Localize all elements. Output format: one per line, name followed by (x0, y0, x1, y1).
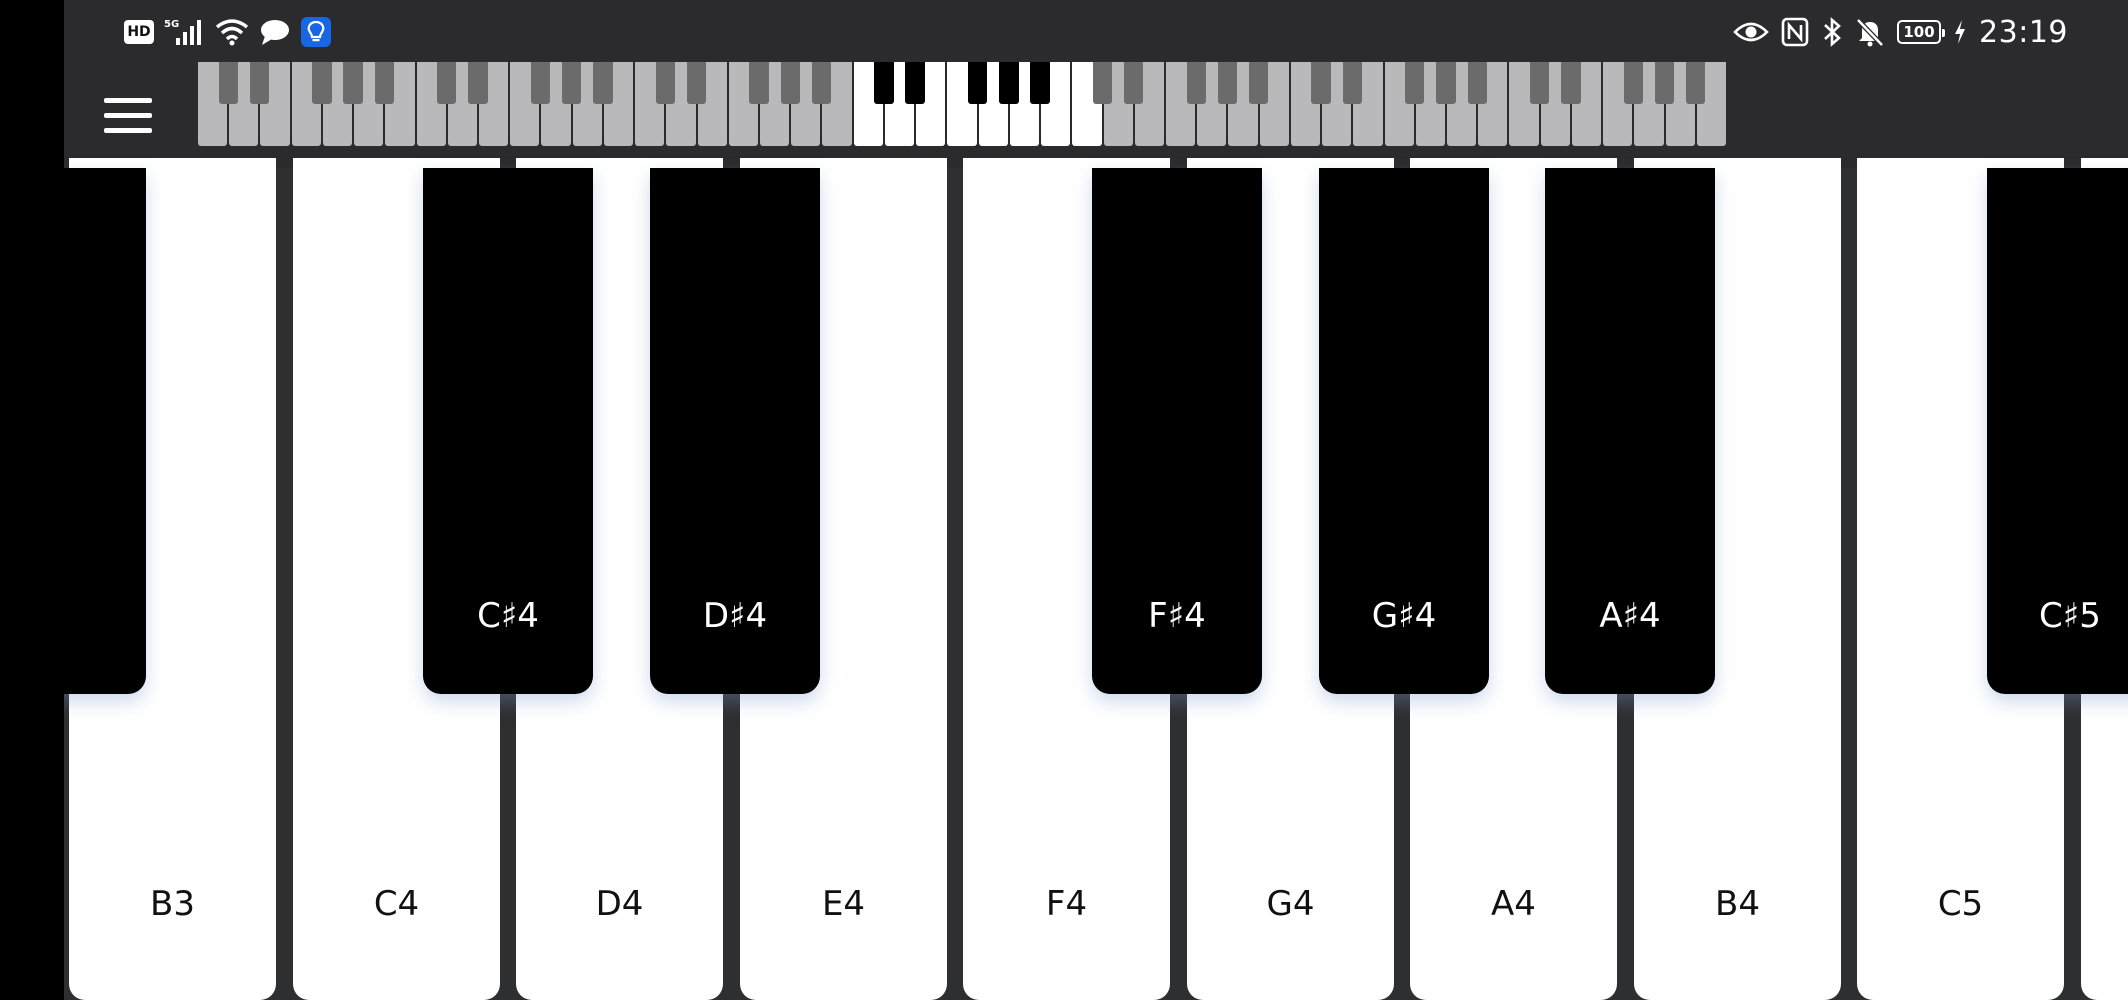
white-key-label: C4 (373, 884, 420, 924)
minimap-black-key (1405, 62, 1425, 104)
minimap-black-key (780, 62, 800, 104)
white-key-label: F4 (1045, 884, 1088, 924)
black-key[interactable]: G♯4 (1319, 168, 1489, 694)
battery-icon: 100 (1897, 20, 1946, 44)
bluetooth-icon (1821, 17, 1843, 47)
piano-keyboard: B3 C4 D4 E4 F4 G4 A4 B4 C5 ♯3 (64, 158, 2128, 1000)
white-key-label: E4 (821, 884, 866, 924)
black-key[interactable]: F♯4 (1092, 168, 1262, 694)
black-key-label: D♯4 (702, 596, 768, 636)
minimap-black-key (1686, 62, 1706, 104)
minimap-black-key (593, 62, 613, 104)
minimap-black-key (1467, 62, 1487, 104)
black-key-label: ♯3 (64, 596, 146, 636)
white-key-label: B3 (150, 884, 195, 924)
minimap-black-key (1217, 62, 1238, 104)
minimap-black-key (374, 62, 394, 104)
nfc-icon (1781, 17, 1809, 47)
black-key[interactable]: A♯4 (1545, 168, 1715, 694)
minimap-black-key (218, 62, 238, 104)
status-left: HD 5G (124, 14, 332, 50)
bell-muted-icon (1855, 17, 1885, 47)
minimap-black-key (999, 62, 1019, 104)
black-key-label: C♯5 (2039, 596, 2101, 636)
piano-app: HD 5G 100 23:19 B3 C4 D4 E4 F4 G4 A4 B4 … (64, 0, 2128, 1000)
minimap-black-key (1529, 62, 1550, 104)
minimap-black-key (905, 62, 925, 104)
lightbulb-app-icon (301, 17, 332, 47)
black-key[interactable]: C♯4 (423, 168, 593, 694)
wifi-icon (215, 18, 249, 46)
black-key-label: F♯4 (1148, 596, 1206, 636)
menu-button[interactable] (104, 98, 154, 134)
keyboard-minimap[interactable] (198, 62, 1728, 146)
signal-5g-icon: 5G (164, 18, 205, 46)
black-key-label: A♯4 (1599, 596, 1661, 636)
white-key-label: G4 (1266, 884, 1315, 924)
minimap-black-key (1092, 62, 1113, 104)
minimap-black-key (811, 62, 832, 104)
black-key[interactable]: C♯5 (1987, 168, 2128, 694)
minimap-black-key (967, 62, 988, 104)
network-label: 5G (164, 18, 180, 30)
minimap-black-key (437, 62, 457, 104)
black-key-label: G♯4 (1371, 596, 1437, 636)
minimap-black-key (562, 62, 582, 104)
white-key-label: D4 (595, 884, 644, 924)
black-key-label: C♯4 (477, 596, 539, 636)
top-bar: HD 5G 100 23:19 (64, 0, 2128, 168)
minimap-black-key (874, 62, 894, 104)
white-key-label: C5 (1937, 884, 1984, 924)
minimap-black-key (1030, 62, 1050, 104)
minimap-black-key (1342, 62, 1362, 104)
minimap-black-key (530, 62, 551, 104)
status-time: 23:19 (1979, 14, 2068, 50)
eye-comfort-icon (1733, 20, 1769, 44)
minimap-black-key (1436, 62, 1456, 104)
minimap-black-key (1124, 62, 1144, 104)
minimap-black-key (655, 62, 676, 104)
minimap-black-key (1654, 62, 1675, 104)
hd-badge-icon: HD (124, 20, 154, 44)
status-bar: HD 5G 100 23:19 (64, 0, 2128, 62)
charging-bolt-icon (1953, 19, 1967, 45)
minimap-black-key (312, 62, 332, 104)
status-right: 100 23:19 (1733, 10, 2068, 54)
minimap-black-key (1186, 62, 1206, 104)
minimap-black-key (1248, 62, 1269, 104)
minimap-black-key (1561, 62, 1581, 104)
black-key[interactable]: D♯4 (650, 168, 820, 694)
minimap-black-key (1311, 62, 1331, 104)
minimap-black-key (749, 62, 769, 104)
black-key[interactable]: ♯3 (64, 168, 146, 694)
minimap-black-key (249, 62, 270, 104)
minimap-black-key (343, 62, 363, 104)
white-key-label: B4 (1715, 884, 1760, 924)
minimap-black-key (686, 62, 707, 104)
white-key-label: A4 (1491, 884, 1536, 924)
minimap-black-key (1623, 62, 1643, 104)
message-bubble-icon (259, 18, 291, 46)
minimap-black-key (468, 62, 488, 104)
